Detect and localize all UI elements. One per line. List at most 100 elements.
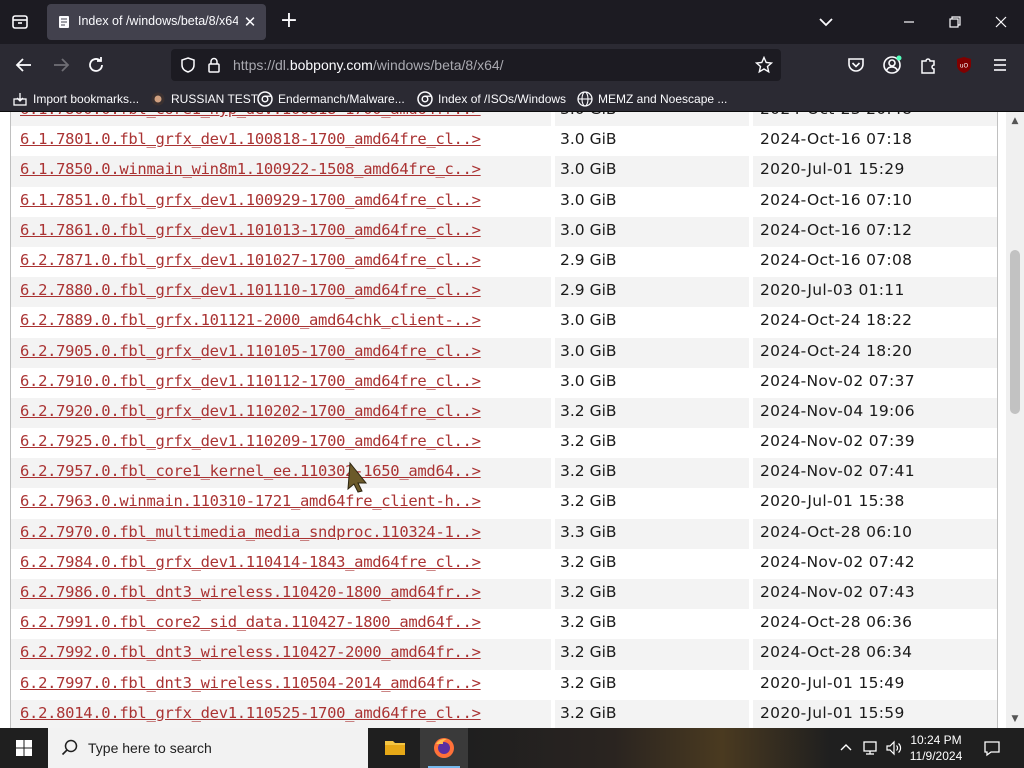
taskbar-clock[interactable]: 10:24 PM 11/9/2024 bbox=[904, 732, 968, 764]
table-row: 6.2.7905.0.fbl_grfx_dev1.110105-1700_amd… bbox=[11, 337, 997, 368]
firefox-taskbar-button[interactable] bbox=[420, 728, 468, 768]
network-button[interactable] bbox=[861, 738, 881, 758]
file-link[interactable]: 6.1.7851.0.fbl_grfx_dev1.100929-1700_amd… bbox=[20, 191, 481, 209]
notifications-button[interactable] bbox=[982, 738, 1002, 758]
tab-close-icon[interactable]: ✕ bbox=[242, 13, 258, 31]
reload-button[interactable] bbox=[84, 53, 108, 77]
column-separator bbox=[551, 428, 555, 459]
file-size: 3.0 GiB bbox=[560, 130, 617, 149]
account-button[interactable] bbox=[880, 53, 904, 77]
forward-button[interactable] bbox=[49, 53, 73, 77]
file-link[interactable]: 6.1.7800.0.fbl_core1_hyp_dev.100818-1700… bbox=[20, 112, 481, 118]
file-link[interactable]: 6.2.7963.0.winmain.110310-1721_amd64fre_… bbox=[20, 492, 481, 510]
new-tab-button[interactable]: + bbox=[278, 10, 300, 33]
file-date: 2024-Oct-28 06:10 bbox=[760, 522, 913, 541]
file-link[interactable]: 6.2.7880.0.fbl_grfx_dev1.101110-1700_amd… bbox=[20, 281, 481, 299]
ublock-button[interactable]: uO bbox=[952, 53, 976, 77]
minimize-button[interactable] bbox=[897, 10, 921, 34]
column-separator bbox=[749, 488, 753, 519]
clock-date: 11/9/2024 bbox=[909, 749, 963, 763]
bookmark-index-isos[interactable]: Index of /ISOs/Windows bbox=[417, 90, 566, 108]
scrollbar-thumb[interactable] bbox=[1010, 250, 1020, 414]
column-separator bbox=[749, 216, 753, 247]
file-link[interactable]: 6.2.7925.0.fbl_grfx_dev1.110209-1700_amd… bbox=[20, 432, 481, 450]
file-link[interactable]: 6.2.7905.0.fbl_grfx_dev1.110105-1700_amd… bbox=[20, 342, 481, 360]
file-size: 3.0 GiB bbox=[560, 160, 617, 179]
file-link[interactable]: 6.2.7957.0.fbl_core1_kernel_ee.110302-16… bbox=[20, 462, 481, 480]
list-all-tabs-button[interactable] bbox=[814, 12, 838, 32]
file-link[interactable]: 6.2.7997.0.fbl_dnt3_wireless.110504-2014… bbox=[20, 674, 481, 692]
shield-icon[interactable] bbox=[179, 56, 197, 74]
file-size: 3.2 GiB bbox=[560, 401, 617, 420]
file-link[interactable]: 6.2.7889.0.fbl_grfx.101121-2000_amd64chk… bbox=[20, 311, 481, 329]
search-placeholder: Type here to search bbox=[88, 740, 212, 756]
column-separator bbox=[749, 337, 753, 368]
page-content: 6.1.7800.0.fbl_core1_hyp_dev.100818-1700… bbox=[0, 112, 1024, 728]
column-separator bbox=[749, 186, 753, 217]
file-link[interactable]: 6.2.7910.0.fbl_grfx_dev1.110112-1700_amd… bbox=[20, 372, 481, 390]
file-link[interactable]: 6.2.7970.0.fbl_multimedia_media_sndproc.… bbox=[20, 523, 481, 541]
close-icon bbox=[995, 16, 1007, 28]
show-hidden-icons-button[interactable] bbox=[836, 738, 856, 758]
column-separator bbox=[749, 156, 753, 187]
firefox-icon bbox=[434, 738, 454, 758]
back-button[interactable] bbox=[12, 53, 36, 77]
file-link[interactable]: 6.2.7984.0.fbl_grfx_dev1.110414-1843_amd… bbox=[20, 553, 481, 571]
bookmark-endermanch[interactable]: Endermanch/Malware... bbox=[257, 90, 405, 108]
restore-button[interactable] bbox=[943, 10, 967, 34]
file-date: 2020-Jul-01 15:29 bbox=[760, 160, 905, 179]
table-row: 6.1.7861.0.fbl_grfx_dev1.101013-1700_amd… bbox=[11, 216, 997, 247]
bookmark-label: MEMZ and Noescape ... bbox=[598, 92, 728, 106]
chevron-down-icon bbox=[819, 18, 833, 27]
wallpaper-region bbox=[470, 728, 830, 768]
bookmark-memz[interactable]: MEMZ and Noescape ... bbox=[577, 90, 727, 108]
volume-button[interactable] bbox=[884, 738, 904, 758]
active-tab[interactable]: Index of /windows/beta/8/x64/ ✕ bbox=[47, 4, 266, 40]
file-link[interactable]: 6.1.7850.0.winmain_win8m1.100922-1508_am… bbox=[20, 160, 481, 178]
column-separator bbox=[749, 699, 753, 728]
file-link[interactable]: 6.1.7801.0.fbl_grfx_dev1.100818-1700_amd… bbox=[20, 130, 481, 148]
address-bar[interactable]: https://dl.bobpony.com/windows/beta/8/x6… bbox=[171, 49, 781, 81]
file-link[interactable]: 6.2.7920.0.fbl_grfx_dev1.110202-1700_amd… bbox=[20, 402, 481, 420]
column-separator bbox=[749, 428, 753, 459]
vertical-scrollbar[interactable]: ▲ ▼ bbox=[1006, 112, 1024, 728]
table-row: 6.1.7850.0.winmain_win8m1.100922-1508_am… bbox=[11, 156, 997, 187]
windows-logo-icon bbox=[16, 740, 32, 756]
file-date: 2020-Jul-01 15:59 bbox=[760, 703, 905, 722]
close-window-button[interactable] bbox=[989, 10, 1013, 34]
app-menu-button[interactable] bbox=[988, 53, 1012, 77]
pocket-button[interactable] bbox=[844, 53, 868, 77]
scroll-up-icon[interactable]: ▲ bbox=[1010, 116, 1020, 126]
file-link[interactable]: 6.1.7861.0.fbl_grfx_dev1.101013-1700_amd… bbox=[20, 221, 481, 239]
file-size: 3.2 GiB bbox=[560, 643, 617, 662]
site-icon bbox=[151, 92, 165, 106]
url-text[interactable]: https://dl.bobpony.com/windows/beta/8/x6… bbox=[233, 57, 504, 73]
file-size: 3.2 GiB bbox=[560, 432, 617, 451]
bookmark-import[interactable]: Import bookmarks... bbox=[12, 90, 139, 108]
start-button[interactable] bbox=[0, 728, 48, 768]
file-link[interactable]: 6.2.7986.0.fbl_dnt3_wireless.110420-1800… bbox=[20, 583, 481, 601]
bookmark-russian-test[interactable]: RUSSIAN TEST bbox=[150, 90, 258, 108]
taskbar-search-box[interactable]: Type here to search bbox=[48, 728, 368, 768]
tab-overview-button[interactable] bbox=[6, 10, 34, 34]
file-link[interactable]: 6.2.8014.0.fbl_grfx_dev1.110525-1700_amd… bbox=[20, 704, 481, 722]
bookmark-star-icon[interactable] bbox=[755, 56, 773, 74]
column-separator bbox=[749, 458, 753, 489]
file-date: 2024-Nov-02 07:42 bbox=[760, 552, 915, 571]
table-row: 6.2.7986.0.fbl_dnt3_wireless.110420-1800… bbox=[11, 579, 997, 610]
folder-icon bbox=[385, 741, 405, 755]
column-separator bbox=[551, 186, 555, 217]
file-date: 2020-Jul-03 01:11 bbox=[760, 281, 905, 300]
file-link[interactable]: 6.2.7992.0.fbl_dnt3_wireless.110427-2000… bbox=[20, 643, 481, 661]
extensions-button[interactable] bbox=[916, 53, 940, 77]
file-link[interactable]: 6.2.7991.0.fbl_core2_sid_data.110427-180… bbox=[20, 613, 481, 631]
column-separator bbox=[551, 112, 555, 127]
scroll-down-icon[interactable]: ▼ bbox=[1010, 714, 1020, 724]
column-separator bbox=[551, 548, 555, 579]
file-explorer-taskbar-button[interactable] bbox=[371, 728, 419, 768]
table-row: 6.2.7991.0.fbl_core2_sid_data.110427-180… bbox=[11, 609, 997, 640]
lock-icon[interactable] bbox=[205, 56, 223, 74]
network-icon bbox=[863, 741, 877, 755]
tab-overview-icon bbox=[12, 15, 28, 29]
file-link[interactable]: 6.2.7871.0.fbl_grfx_dev1.101027-1700_amd… bbox=[20, 251, 481, 269]
